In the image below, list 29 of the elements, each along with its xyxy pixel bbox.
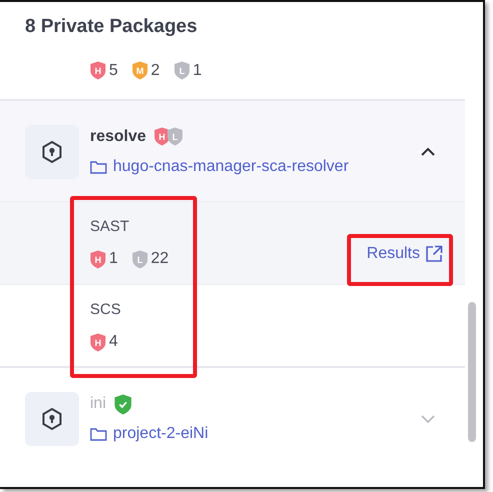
package-name: ini bbox=[90, 394, 106, 414]
shield-icon: H bbox=[90, 332, 106, 352]
chevron-down-icon[interactable] bbox=[421, 414, 435, 424]
shield-icon: L bbox=[167, 127, 184, 146]
count-text: 1 bbox=[192, 60, 202, 81]
count-text: 22 bbox=[150, 249, 169, 270]
scrollbar-thumb[interactable] bbox=[468, 302, 476, 442]
count-text: 2 bbox=[150, 60, 160, 81]
scan-label: SCS bbox=[90, 300, 121, 320]
folder-icon bbox=[90, 427, 107, 442]
chevron-up-icon[interactable] bbox=[421, 147, 435, 156]
panel-title: 8 Private Packages bbox=[24, 15, 198, 39]
count-text: 1 bbox=[109, 249, 118, 270]
lock-hexagon-icon bbox=[41, 140, 63, 164]
project-link[interactable]: hugo-cnas-manager-sca-resolver bbox=[90, 154, 349, 179]
package-name: resolve bbox=[90, 126, 146, 147]
folder-icon bbox=[90, 160, 107, 174]
count-text: 5 bbox=[109, 60, 118, 81]
shield-icon: L bbox=[132, 250, 148, 269]
project-link[interactable]: project-2-eiNi bbox=[90, 422, 208, 446]
scan-label: SAST bbox=[90, 216, 130, 237]
shield-icon: M bbox=[132, 61, 148, 80]
lock-hexagon-icon bbox=[41, 407, 63, 432]
shield-icon: H bbox=[90, 250, 106, 269]
external-link-icon bbox=[425, 244, 443, 263]
count-text: 4 bbox=[109, 332, 118, 352]
shield-icon: H bbox=[90, 61, 106, 80]
results-link[interactable]: Results bbox=[356, 236, 443, 272]
shield-icon: L bbox=[174, 61, 190, 80]
